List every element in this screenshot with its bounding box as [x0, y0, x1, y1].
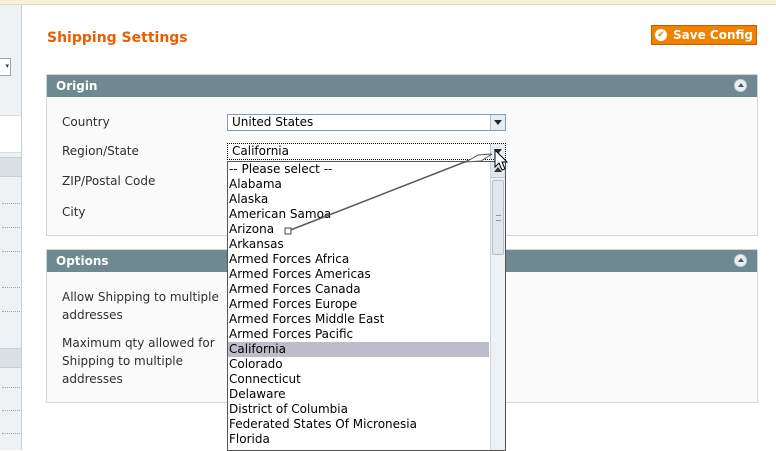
annotation-arrow-line	[287, 157, 476, 232]
annotation-arrowhead	[465, 153, 493, 163]
mouse-pointer-icon	[494, 149, 509, 171]
annotation-handle	[284, 227, 292, 235]
annotation-overlay	[284, 153, 493, 235]
